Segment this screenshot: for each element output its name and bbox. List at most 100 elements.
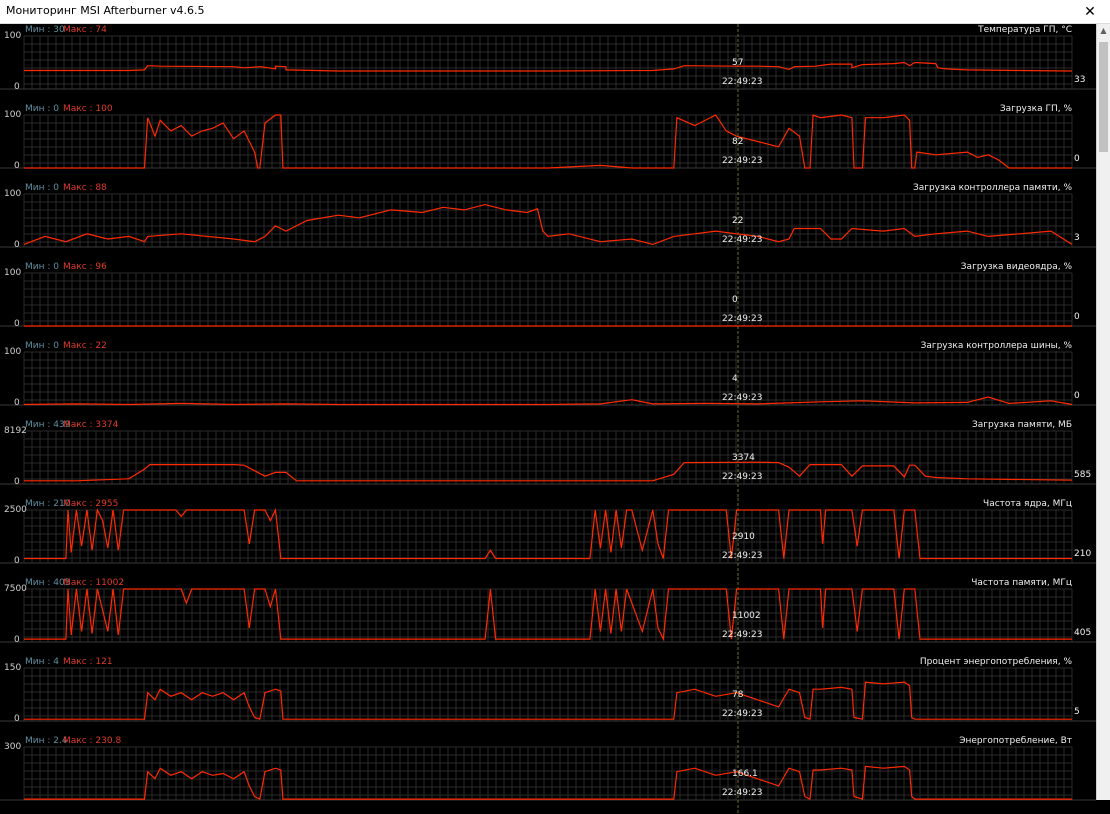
grid bbox=[23, 193, 1073, 247]
min-value-label: Мин : 0 bbox=[25, 104, 59, 114]
current-value-label: 33 bbox=[1074, 75, 1086, 85]
min-value-label: Мин : 0 bbox=[25, 341, 59, 351]
y-axis-max-label: 100 bbox=[4, 31, 22, 41]
y-axis-max-label: 7500 bbox=[4, 584, 27, 594]
graph-panel[interactable]: 8192 0 Мин : 439 Макс : 3374 Загрузка памяти… bbox=[0, 419, 1096, 498]
graph-canvas bbox=[0, 103, 1096, 182]
graph-title: Загрузка памяти, МБ bbox=[971, 420, 1072, 430]
y-axis-min-label: 0 bbox=[14, 82, 20, 92]
y-axis-min-label: 0 bbox=[14, 477, 20, 487]
graph-canvas bbox=[0, 735, 1096, 814]
graph-canvas bbox=[0, 419, 1096, 498]
vertical-scrollbar[interactable]: ▲ bbox=[1096, 24, 1110, 800]
y-axis-min-label: 0 bbox=[14, 161, 20, 171]
cursor-time-label: 22:49:23 bbox=[722, 235, 763, 245]
graph-panel[interactable]: 100 0 Мин : 0 Макс : 96 Загрузка видеоядра, … bbox=[0, 261, 1096, 340]
graph-title: Загрузка видеоядра, % bbox=[960, 262, 1072, 272]
graph-panel[interactable]: 7500 0 Мин : 405 Макс : 11002 Частота памяти… bbox=[0, 577, 1096, 656]
max-value-label: Макс : 11002 bbox=[63, 578, 125, 588]
graph-panel[interactable]: 100 0 Мин : 0 Макс : 22 Загрузка контроллера… bbox=[0, 340, 1096, 419]
cursor-value-label: 166.1 bbox=[732, 769, 758, 779]
y-axis-min-label: 0 bbox=[14, 556, 20, 566]
graph-title: Загрузка контроллера памяти, % bbox=[912, 183, 1072, 193]
y-axis-min-label: 0 bbox=[14, 635, 20, 645]
graph-panel[interactable]: 300 Мин : 2.4 Макс : 230.8 Энергопотреблени… bbox=[0, 735, 1096, 814]
grid bbox=[23, 351, 1073, 405]
graph-title: Энергопотребление, Вт bbox=[959, 736, 1072, 746]
graph-canvas bbox=[0, 656, 1096, 735]
current-value-label: 210 bbox=[1074, 549, 1092, 559]
cursor-value-label: 0 bbox=[732, 295, 738, 305]
graph-title: Частота памяти, МГц bbox=[971, 578, 1072, 588]
max-value-label: Макс : 2955 bbox=[63, 499, 119, 509]
graph-panel[interactable]: 100 0 Мин : 0 Макс : 88 Загрузка контроллера… bbox=[0, 182, 1096, 261]
current-value-label: 0 bbox=[1074, 312, 1080, 322]
graph-title: Температура ГП, °С bbox=[978, 25, 1072, 35]
current-value-label: 405 bbox=[1074, 628, 1092, 638]
scrollbar-thumb[interactable] bbox=[1099, 42, 1108, 152]
current-value-label: 0 bbox=[1074, 154, 1080, 164]
y-axis-max-label: 300 bbox=[4, 742, 22, 752]
graph-series-line bbox=[24, 61, 1073, 72]
graph-title: Загрузка контроллера шины, % bbox=[920, 341, 1072, 351]
graph-series-line bbox=[23, 203, 1073, 246]
graph-canvas bbox=[0, 498, 1096, 577]
graph-title: Частота ядра, МГц bbox=[983, 499, 1072, 509]
grid bbox=[23, 667, 1073, 721]
window-title: Мониторинг MSI Afterburner v4.6.5 bbox=[6, 4, 205, 17]
cursor-time-label: 22:49:23 bbox=[722, 788, 763, 798]
cursor-time-label: 22:49:23 bbox=[722, 630, 763, 640]
current-value-label: 5 bbox=[1074, 707, 1080, 717]
graph-canvas bbox=[0, 261, 1096, 340]
cursor-value-label: 78 bbox=[732, 690, 744, 700]
current-value-label: 0 bbox=[1074, 391, 1080, 401]
cursor-value-label: 4 bbox=[732, 374, 738, 384]
max-value-label: Макс : 88 bbox=[63, 183, 107, 193]
min-value-label: Мин : 2.4 bbox=[25, 736, 68, 746]
grid bbox=[23, 588, 1073, 642]
graph-panel[interactable]: 100 0 Мин : 30 Макс : 74 Температура ГП, °С 5… bbox=[0, 24, 1096, 103]
grid bbox=[23, 509, 1073, 563]
graph-canvas bbox=[0, 182, 1096, 261]
grid bbox=[23, 430, 1073, 484]
cursor-time-label: 22:49:23 bbox=[722, 156, 763, 166]
graph-series-line bbox=[24, 681, 1072, 721]
graph-panel[interactable]: 150 0 Мин : 4 Макс : 121 Процент энергопотре… bbox=[0, 656, 1096, 735]
cursor-time-label: 22:49:23 bbox=[722, 709, 763, 719]
min-value-label: Мин : 0 bbox=[25, 262, 59, 272]
cursor-time-label: 22:49:23 bbox=[722, 77, 763, 87]
window-titlebar: Мониторинг MSI Afterburner v4.6.5 ✕ bbox=[0, 0, 1110, 24]
max-value-label: Макс : 96 bbox=[63, 262, 107, 272]
graph-panel[interactable]: 100 0 Мин : 0 Макс : 100 Загрузка ГП, % 82 22:… bbox=[0, 103, 1096, 182]
max-value-label: Макс : 74 bbox=[63, 25, 107, 35]
graph-canvas bbox=[0, 24, 1096, 103]
graph-title: Процент энергопотребления, % bbox=[919, 657, 1072, 667]
cursor-value-label: 82 bbox=[732, 137, 744, 147]
graph-panel[interactable]: 2500 0 Мин : 210 Макс : 2955 Частота ядра, М… bbox=[0, 498, 1096, 577]
cursor-value-label: 22 bbox=[732, 216, 744, 226]
y-axis-min-label: 0 bbox=[14, 714, 20, 724]
scroll-up-arrow-icon[interactable]: ▲ bbox=[1097, 24, 1110, 38]
y-axis-min-label: 0 bbox=[14, 319, 20, 329]
y-axis-min-label: 0 bbox=[14, 398, 20, 408]
graph-canvas bbox=[0, 340, 1096, 419]
graph-title: Загрузка ГП, % bbox=[999, 104, 1072, 114]
max-value-label: Макс : 121 bbox=[63, 657, 113, 667]
min-value-label: Мин : 4 bbox=[25, 657, 59, 667]
y-axis-max-label: 100 bbox=[4, 110, 22, 120]
cursor-time-label: 22:49:23 bbox=[722, 314, 763, 324]
max-value-label: Макс : 230.8 bbox=[63, 736, 122, 746]
cursor-value-label: 3374 bbox=[732, 453, 755, 463]
close-icon: ✕ bbox=[1084, 4, 1096, 20]
close-button[interactable]: ✕ bbox=[1070, 0, 1110, 24]
max-value-label: Макс : 22 bbox=[63, 341, 107, 351]
cursor-time-label: 22:49:23 bbox=[722, 472, 763, 482]
monitoring-graphs[interactable]: 100 0 Мин : 30 Макс : 74 Температура ГП, °С 5… bbox=[0, 24, 1096, 814]
grid bbox=[23, 272, 1073, 326]
y-axis-max-label: 2500 bbox=[4, 505, 27, 515]
cursor-time-label: 22:49:23 bbox=[722, 393, 763, 403]
grid bbox=[23, 746, 1073, 800]
current-value-label: 3 bbox=[1074, 233, 1080, 243]
max-value-label: Макс : 3374 bbox=[63, 420, 119, 430]
graph-canvas bbox=[0, 577, 1096, 656]
